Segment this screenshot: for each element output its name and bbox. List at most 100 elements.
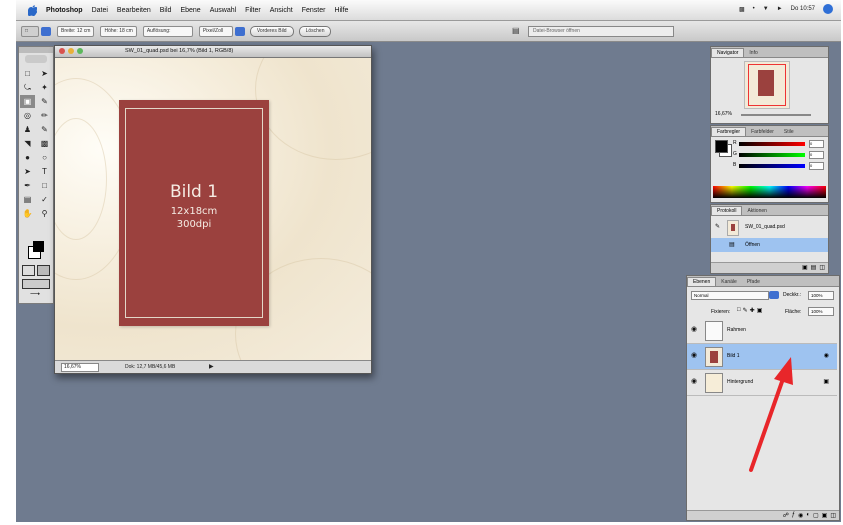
shape-tool-icon[interactable]: □ <box>37 179 52 192</box>
menu-photoshop[interactable]: Photoshop <box>46 7 83 14</box>
hoehe-field[interactable]: Höhe: 18 cm <box>100 25 137 37</box>
document-zoom-field[interactable]: 16,67% <box>61 363 99 372</box>
channel-r-value[interactable]: 0 <box>809 140 824 148</box>
menu-bearbeiten[interactable]: Bearbeiten <box>117 7 151 14</box>
layer-visibility-eye-icon[interactable]: ◉ <box>691 378 698 386</box>
layer-effects-icon[interactable]: ◉ <box>824 352 829 359</box>
history-step[interactable]: ▤ Öffnen <box>711 238 828 252</box>
layer-row-rahmen[interactable]: ◉ Rahmen <box>687 318 837 344</box>
minimize-window-icon[interactable] <box>68 48 74 54</box>
document-title-bar[interactable]: SW_01_quad.psd bei 16,7% (Bild 1, RGB/8) <box>55 46 371 58</box>
screen-mode-icon[interactable] <box>22 279 50 289</box>
toolbox-grip[interactable] <box>19 47 53 53</box>
tab-navigator[interactable]: Navigator <box>711 48 745 57</box>
eyedropper-tool-icon[interactable]: ✓ <box>37 193 52 206</box>
magic-wand-tool-icon[interactable]: ✦ <box>37 81 52 94</box>
dodge-tool-icon[interactable]: ○ <box>37 151 52 164</box>
notes-tool-icon[interactable]: ▤ <box>20 193 35 206</box>
aufloesung-field[interactable]: Auflösung: <box>142 25 193 37</box>
menu-filter[interactable]: Filter <box>245 7 261 14</box>
menu-ebene[interactable]: Ebene <box>180 7 200 14</box>
tab-ebenen[interactable]: Ebenen <box>687 277 717 286</box>
layer-mask-icon[interactable]: ◉ <box>798 512 803 519</box>
tab-stile[interactable]: Stile <box>779 128 799 136</box>
tab-pfade[interactable]: Pfade <box>742 278 765 286</box>
history-brush-source-icon[interactable]: ✎ <box>715 217 720 237</box>
zoom-tool-icon[interactable]: ⚲ <box>37 207 52 220</box>
blend-mode-select[interactable]: Normal <box>691 291 769 300</box>
healing-tool-icon[interactable]: ◎ <box>20 109 35 122</box>
new-group-icon[interactable]: ▢ <box>813 512 819 519</box>
crop-tool-preset-icon[interactable]: □ <box>21 25 39 37</box>
menu-datei[interactable]: Datei <box>92 7 108 14</box>
tab-kanaele[interactable]: Kanäle <box>716 278 742 286</box>
lock-paint-icon[interactable]: ✎ <box>743 307 748 314</box>
bluetooth-icon[interactable]: • <box>753 6 755 12</box>
menu-hilfe[interactable]: Hilfe <box>334 7 348 14</box>
navigator-zoom-slider[interactable] <box>741 114 811 116</box>
delete-layer-icon[interactable]: ◫ <box>830 512 836 519</box>
document-info[interactable]: Dok: 12,7 MB/45,6 MB <box>125 361 175 373</box>
channel-b-slider[interactable] <box>739 164 805 168</box>
unit-dropdown[interactable] <box>234 26 245 36</box>
menu-auswahl[interactable]: Auswahl <box>210 7 236 14</box>
adobe-online-icon[interactable] <box>25 55 47 63</box>
layer-row-bild-1[interactable]: ◉ Bild 1 ◉ <box>687 344 837 370</box>
channel-g-slider[interactable] <box>739 153 805 157</box>
history-brush-icon[interactable]: ✎ <box>37 123 52 136</box>
color-fg-swatch[interactable] <box>715 140 728 153</box>
document-canvas[interactable]: Bild 1 12x18cm 300dpi <box>55 58 371 360</box>
quickmask-mode-icon[interactable] <box>37 265 50 276</box>
eraser-tool-icon[interactable]: ◥ <box>20 137 35 150</box>
standard-mode-icon[interactable] <box>22 265 35 276</box>
adjustment-layer-icon[interactable]: ◐ <box>806 512 810 519</box>
crop-tool-icon[interactable]: ▣ <box>20 95 35 108</box>
tab-info[interactable]: Info <box>744 49 762 57</box>
flaeche-field[interactable]: 100% <box>808 307 834 316</box>
spotlight-icon[interactable] <box>823 4 833 14</box>
close-window-icon[interactable] <box>59 48 65 54</box>
trash-icon[interactable]: ◫ <box>819 264 825 271</box>
gradient-tool-icon[interactable]: ▩ <box>37 137 52 150</box>
file-browser-field[interactable]: Datei-Browser öffnen <box>528 26 674 37</box>
new-document-icon[interactable]: ▣ <box>802 264 808 271</box>
lock-transparency-icon[interactable]: □ <box>737 307 741 314</box>
apple-menu-icon[interactable] <box>26 4 38 16</box>
link-layers-icon[interactable]: ☍ <box>783 512 789 519</box>
navigator-zoom-field[interactable]: 16,67% <box>715 111 732 117</box>
move-tool-icon[interactable]: ➤ <box>37 67 52 80</box>
tab-aktionen[interactable]: Aktionen <box>742 207 771 215</box>
lock-all-icon[interactable]: ▣ <box>757 307 763 314</box>
loeschen-button[interactable]: Löschen <box>298 25 332 37</box>
menu-fenster[interactable]: Fenster <box>302 7 326 14</box>
tab-farbfelder[interactable]: Farbfelder <box>746 128 779 136</box>
channel-b-value[interactable]: 0 <box>809 162 824 170</box>
pixel-unit-field[interactable]: Pixel/Zoll <box>198 25 233 37</box>
lasso-tool-icon[interactable]: ⤿ <box>20 81 35 94</box>
tab-protokoll[interactable]: Protokoll <box>711 206 743 215</box>
path-select-tool-icon[interactable]: ➤ <box>20 165 35 178</box>
type-tool-icon[interactable]: T <box>37 165 52 178</box>
new-snapshot-icon[interactable]: ▤ <box>811 264 817 271</box>
vorderes-bild-button[interactable]: Vorderes Bild <box>249 25 294 37</box>
brush-tool-icon[interactable]: ✏ <box>37 109 52 122</box>
lock-move-icon[interactable]: ✚ <box>750 307 755 314</box>
opacity-field[interactable]: 100% <box>808 291 834 300</box>
menu-bild[interactable]: Bild <box>160 7 172 14</box>
navigator-view-box[interactable] <box>748 64 786 106</box>
history-snapshot[interactable]: ✎ SW_01_quad.psd <box>711 217 828 237</box>
wifi-icon[interactable]: ▼ <box>763 6 769 12</box>
foreground-color-swatch[interactable] <box>33 241 44 252</box>
menu-ansicht[interactable]: Ansicht <box>270 7 293 14</box>
layer-style-icon[interactable]: ƒ <box>792 512 795 519</box>
imageready-icon[interactable]: ⟶ <box>22 291 48 299</box>
volume-icon[interactable]: ► <box>777 6 783 12</box>
tool-preset-dropdown[interactable] <box>41 26 51 36</box>
marquee-tool-icon[interactable]: □ <box>20 67 35 80</box>
blur-tool-icon[interactable]: ● <box>20 151 35 164</box>
stamp-tool-icon[interactable]: ♟ <box>20 123 35 136</box>
layer-visibility-eye-icon[interactable]: ◉ <box>691 326 698 334</box>
new-layer-icon[interactable]: ▣ <box>822 512 828 519</box>
channel-r-slider[interactable] <box>739 142 805 146</box>
blend-mode-dropdown-icon[interactable] <box>769 291 779 299</box>
